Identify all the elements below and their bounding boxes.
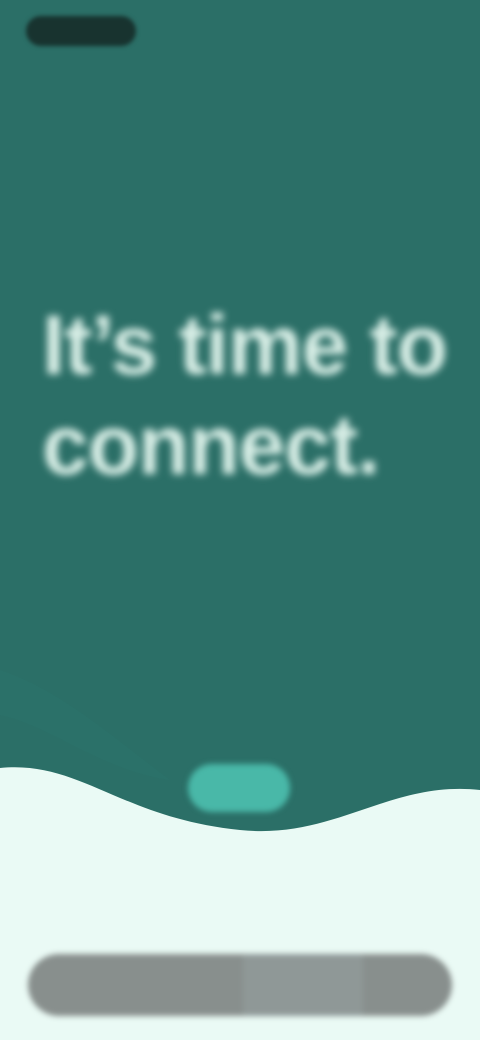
- brand-logo-icon: [26, 16, 136, 46]
- top-link[interactable]: [442, 22, 450, 40]
- hero-headline: It’s time to connect.: [42, 298, 448, 492]
- primary-cta-button[interactable]: [188, 764, 290, 812]
- top-bar: [0, 0, 480, 70]
- welcome-screen: It’s time to connect.: [0, 0, 480, 1040]
- bottom-action-bar[interactable]: [28, 954, 452, 1016]
- bottom-bar-highlight: [243, 954, 363, 1016]
